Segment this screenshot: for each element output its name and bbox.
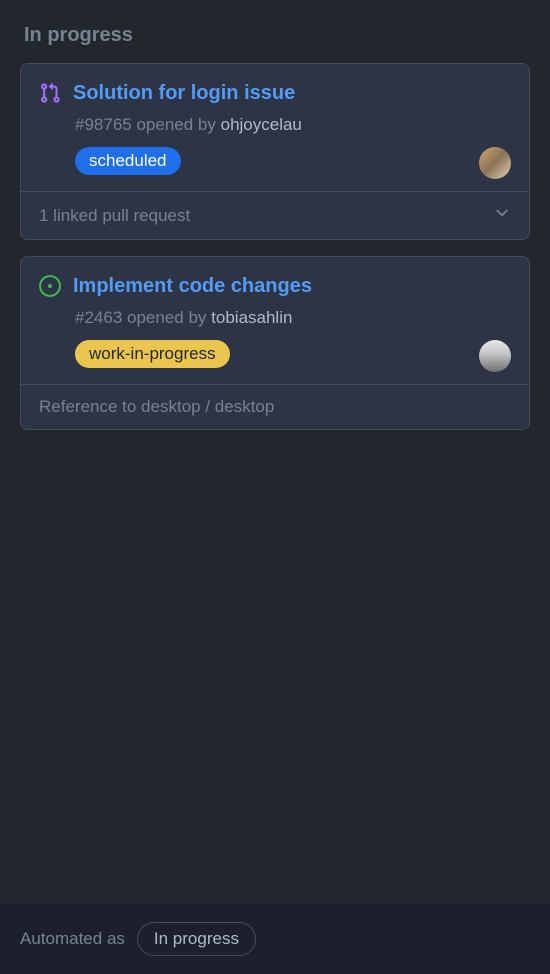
card-body: Implement code changes #2463 opened by t… <box>21 257 529 384</box>
issue-number: #98765 <box>75 115 132 134</box>
card-labels: work-in-progress <box>75 340 511 368</box>
automation-status-pill[interactable]: In progress <box>137 922 256 956</box>
issue-number: #2463 <box>75 308 122 327</box>
card-footer[interactable]: Reference to desktop / desktop <box>21 384 529 429</box>
automated-as-label: Automated as <box>20 929 125 949</box>
card-meta: #2463 opened by tobiasahlin <box>75 308 511 328</box>
column-title: In progress <box>24 24 526 47</box>
avatar[interactable] <box>479 340 511 372</box>
opened-by-text: opened by <box>136 115 215 134</box>
automation-bar: Automated as In progress <box>0 904 550 974</box>
avatar[interactable] <box>479 147 511 179</box>
chevron-down-icon[interactable] <box>493 204 511 227</box>
opened-by-text: opened by <box>127 308 206 327</box>
card-meta: #98765 opened by ohjoycelau <box>75 115 511 135</box>
card-footer[interactable]: 1 linked pull request <box>21 191 529 239</box>
avatar-image <box>479 147 511 179</box>
card-header-row: Implement code changes <box>39 273 511 302</box>
label-scheduled[interactable]: scheduled <box>75 147 181 175</box>
author-link[interactable]: ohjoycelau <box>221 115 302 134</box>
card-body: Solution for login issue #98765 opened b… <box>21 64 529 191</box>
cards-container: Solution for login issue #98765 opened b… <box>0 63 550 974</box>
pull-request-icon <box>39 82 61 109</box>
card-pull-request[interactable]: Solution for login issue #98765 opened b… <box>20 63 530 240</box>
author-link[interactable]: tobiasahlin <box>211 308 292 327</box>
card-header-row: Solution for login issue <box>39 80 511 109</box>
column-header: In progress <box>0 0 550 63</box>
card-labels: scheduled <box>75 147 511 175</box>
card-title[interactable]: Solution for login issue <box>73 80 295 106</box>
card-issue[interactable]: Implement code changes #2463 opened by t… <box>20 256 530 430</box>
issue-open-icon <box>39 275 61 302</box>
footer-text: 1 linked pull request <box>39 206 190 226</box>
avatar-image <box>479 340 511 372</box>
card-title[interactable]: Implement code changes <box>73 273 312 299</box>
footer-text: Reference to desktop / desktop <box>39 397 274 417</box>
label-wip[interactable]: work-in-progress <box>75 340 230 368</box>
